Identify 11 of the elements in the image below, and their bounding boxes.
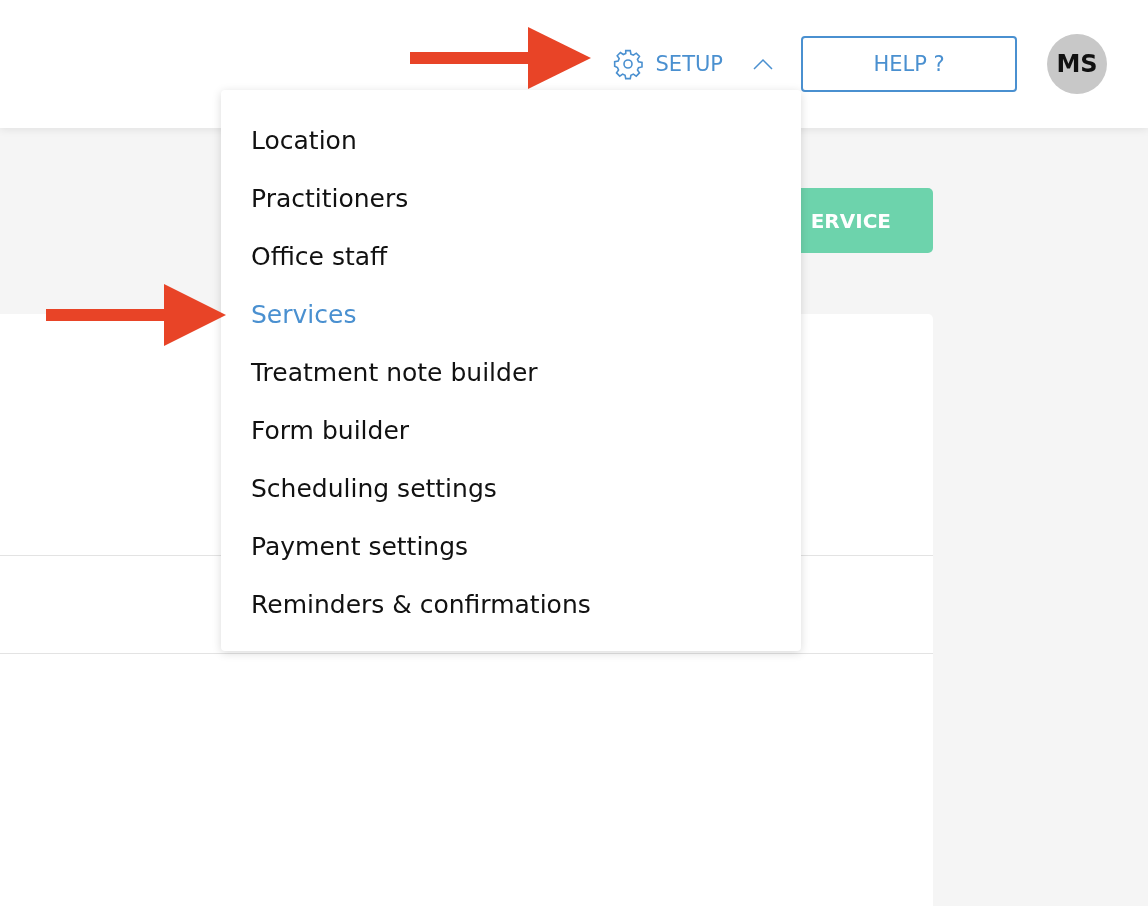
menu-item[interactable]: Practitioners [251,169,409,227]
menu-item[interactable]: Location [251,111,357,169]
menu-item[interactable]: Reminders & confirmations [251,575,591,633]
menu-item[interactable]: Treatment note builder [251,343,538,401]
menu-item[interactable]: Scheduling settings [251,459,497,517]
menu-item[interactable]: Office staff [251,227,388,285]
settings-icon [611,48,644,80]
user-avatar[interactable]: MS [1047,34,1107,94]
menu-item[interactable]: Payment settings [251,517,469,575]
chevron-icon [753,58,773,70]
menu-item[interactable]: Form builder [251,401,410,459]
